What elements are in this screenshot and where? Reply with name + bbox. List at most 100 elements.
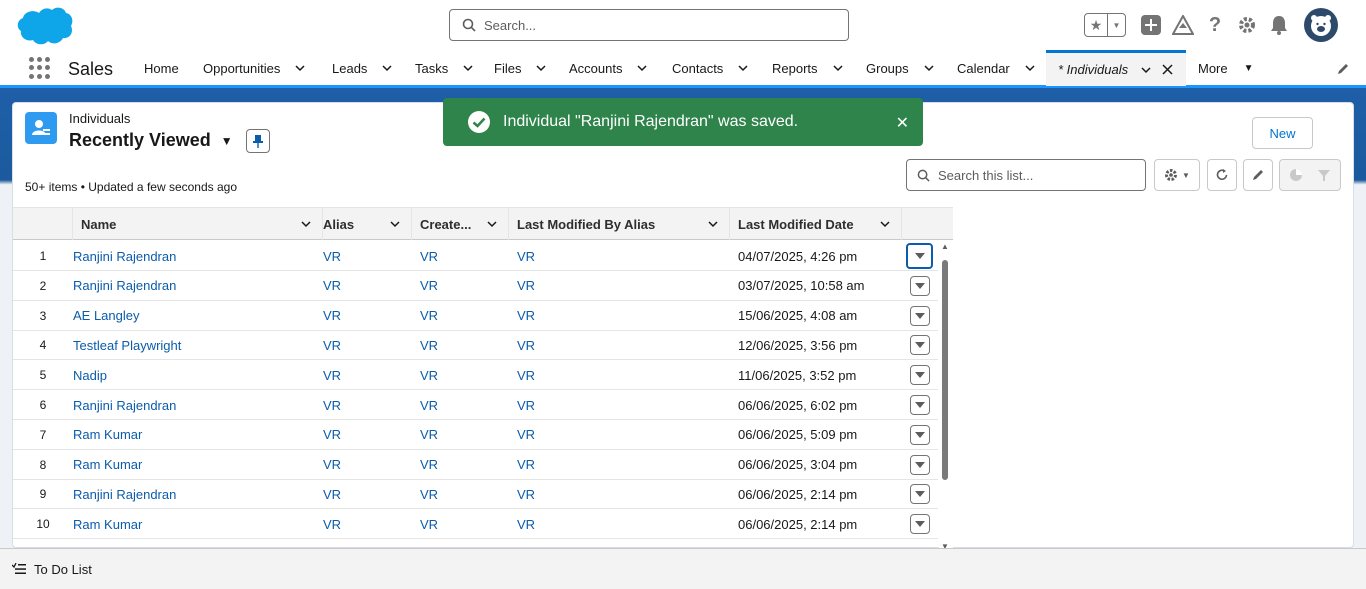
chevron-down-icon[interactable]	[389, 218, 401, 230]
alias-link[interactable]: VR	[323, 479, 412, 509]
created-by-link[interactable]: VR	[420, 509, 509, 539]
last-modified-by-link[interactable]: VR	[517, 241, 730, 271]
created-by-link[interactable]: VR	[420, 301, 509, 331]
chevron-down-icon[interactable]	[300, 218, 312, 230]
tab-tasks[interactable]: Tasks	[415, 50, 474, 86]
individual-name-link[interactable]: Nadip	[73, 360, 313, 390]
last-modified-by-link[interactable]: VR	[517, 271, 730, 301]
chevron-down-icon[interactable]	[636, 62, 648, 74]
individual-name-link[interactable]: Ranjini Rajendran	[73, 479, 313, 509]
chevron-down-icon[interactable]	[879, 218, 891, 230]
alias-link[interactable]: VR	[323, 301, 412, 331]
global-search[interactable]: Search...	[449, 9, 849, 41]
last-modified-by-link[interactable]: VR	[517, 301, 730, 331]
tab-reports[interactable]: Reports	[772, 50, 844, 86]
chevron-down-icon[interactable]	[1024, 62, 1036, 74]
user-avatar[interactable]	[1304, 8, 1338, 42]
setup-gear-icon[interactable]	[1236, 14, 1258, 36]
favorite-star-icon[interactable]: ★	[1085, 14, 1108, 36]
alias-link[interactable]: VR	[323, 330, 412, 360]
alias-link[interactable]: VR	[323, 360, 412, 390]
row-actions-button[interactable]	[910, 454, 930, 475]
alias-link[interactable]: VR	[323, 450, 412, 480]
scroll-up-icon[interactable]: ▲	[941, 242, 949, 251]
individual-name-link[interactable]: Ram Kumar	[73, 509, 313, 539]
last-modified-by-link[interactable]: VR	[517, 509, 730, 539]
individual-name-link[interactable]: Ram Kumar	[73, 420, 313, 450]
app-launcher-icon[interactable]	[29, 57, 51, 79]
chevron-down-icon[interactable]	[294, 62, 306, 74]
chevron-down-icon[interactable]	[462, 62, 474, 74]
tab-contacts[interactable]: Contacts	[672, 50, 749, 86]
todo-list-button[interactable]: To Do List	[34, 562, 92, 577]
list-view-selector[interactable]: Recently Viewed ▼	[69, 130, 233, 151]
tab-groups[interactable]: Groups	[866, 50, 935, 86]
column-header-last-modified-by-alias[interactable]: Last Modified By Alias	[509, 208, 730, 240]
row-actions-button[interactable]	[910, 335, 930, 356]
row-actions-button[interactable]	[910, 275, 930, 296]
chevron-down-icon[interactable]	[486, 218, 498, 230]
edit-list-button[interactable]	[1243, 159, 1273, 191]
list-search-input[interactable]: Search this list...	[906, 159, 1146, 191]
refresh-button[interactable]	[1207, 159, 1237, 191]
column-header-name[interactable]: Name	[73, 208, 323, 240]
individual-name-link[interactable]: Ram Kumar	[73, 450, 313, 480]
table-scrollbar[interactable]: ▲ ▼	[939, 240, 953, 549]
created-by-link[interactable]: VR	[420, 479, 509, 509]
chevron-down-icon[interactable]	[381, 62, 393, 74]
individual-name-link[interactable]: Testleaf Playwright	[73, 330, 313, 360]
close-icon[interactable]: ✕	[896, 113, 909, 133]
tab-files[interactable]: Files	[494, 50, 547, 86]
row-actions-button[interactable]	[910, 424, 930, 445]
row-actions-button[interactable]	[910, 305, 930, 326]
row-actions-button[interactable]	[910, 395, 930, 415]
trailhead-icon[interactable]	[1172, 14, 1194, 36]
column-header-last-modified-date[interactable]: Last Modified Date	[730, 208, 902, 240]
column-header-created-by[interactable]: Create...	[412, 208, 509, 240]
tab-leads[interactable]: Leads	[332, 50, 393, 86]
chevron-down-icon[interactable]	[923, 62, 935, 74]
alias-link[interactable]: VR	[323, 509, 412, 539]
last-modified-by-link[interactable]: VR	[517, 360, 730, 390]
last-modified-by-link[interactable]: VR	[517, 420, 730, 450]
last-modified-by-link[interactable]: VR	[517, 330, 730, 360]
last-modified-by-link[interactable]: VR	[517, 450, 730, 480]
created-by-link[interactable]: VR	[420, 450, 509, 480]
tab-accounts[interactable]: Accounts	[569, 50, 648, 86]
tab-more[interactable]: More ▼	[1198, 50, 1254, 86]
filter-icon[interactable]	[1317, 168, 1331, 182]
tab-calendar[interactable]: Calendar	[957, 50, 1036, 86]
alias-link[interactable]: VR	[323, 241, 412, 271]
alias-link[interactable]: VR	[323, 271, 412, 301]
help-icon[interactable]: ?	[1204, 14, 1226, 36]
created-by-link[interactable]: VR	[420, 241, 509, 271]
chevron-down-icon[interactable]	[535, 62, 547, 74]
chevron-down-icon[interactable]	[737, 62, 749, 74]
alias-link[interactable]: VR	[323, 390, 412, 420]
last-modified-by-link[interactable]: VR	[517, 390, 730, 420]
edit-nav-pencil-icon[interactable]	[1336, 62, 1350, 76]
alias-link[interactable]: VR	[323, 420, 412, 450]
created-by-link[interactable]: VR	[420, 360, 509, 390]
chevron-down-icon[interactable]	[707, 218, 719, 230]
last-modified-by-link[interactable]: VR	[517, 479, 730, 509]
individual-name-link[interactable]: Ranjini Rajendran	[73, 271, 313, 301]
chart-icon[interactable]	[1289, 168, 1303, 182]
individual-name-link[interactable]: AE Langley	[73, 301, 313, 331]
favorites-dropdown-icon[interactable]: ▼	[1108, 14, 1125, 36]
close-tab-icon[interactable]	[1162, 64, 1173, 75]
row-actions-button[interactable]	[910, 365, 930, 386]
chevron-down-icon[interactable]	[1140, 64, 1152, 76]
salesforce-logo[interactable]	[14, 5, 74, 47]
chevron-down-icon[interactable]	[832, 62, 844, 74]
list-view-controls-button[interactable]: ▼	[1154, 159, 1200, 191]
pin-list-view-button[interactable]	[246, 129, 270, 153]
global-create-icon[interactable]	[1140, 14, 1162, 36]
notifications-bell-icon[interactable]	[1268, 14, 1290, 36]
row-actions-button[interactable]	[906, 243, 933, 269]
row-actions-button[interactable]	[910, 514, 930, 535]
new-button[interactable]: New	[1252, 117, 1313, 149]
created-by-link[interactable]: VR	[420, 420, 509, 450]
column-header-alias[interactable]: Alias	[315, 208, 412, 240]
row-actions-button[interactable]	[910, 484, 930, 505]
